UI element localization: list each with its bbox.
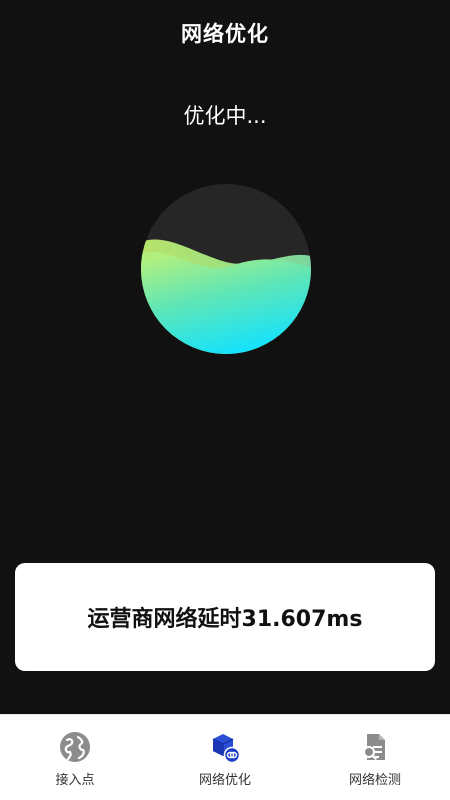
optimization-status: 优化中... bbox=[183, 104, 267, 128]
tab-network-optimization-label: 网络优化 bbox=[198, 773, 251, 788]
screen: 网络优化 优化中... 运营商网络延时31.607ms 接入点 网络优化 网络检… bbox=[0, 0, 450, 800]
latency-result-card: 运营商网络延时31.607ms bbox=[15, 563, 435, 671]
document-search-icon bbox=[363, 734, 385, 760]
latency-result-text: 运营商网络延时31.607ms bbox=[87, 607, 363, 632]
tab-network-detection-label: 网络检测 bbox=[348, 773, 401, 788]
bottom-tab-bar: 接入点 网络优化 网络检测 bbox=[0, 714, 450, 800]
globe-icon bbox=[60, 732, 90, 762]
page-title: 网络优化 bbox=[181, 22, 269, 46]
tab-access-point[interactable]: 接入点 bbox=[0, 715, 150, 800]
front-wave bbox=[141, 252, 311, 354]
optimization-progress-wave-ball bbox=[141, 184, 311, 354]
cube-link-icon bbox=[212, 734, 241, 763]
tab-network-detection[interactable]: 网络检测 bbox=[300, 715, 450, 800]
tab-access-point-label: 接入点 bbox=[55, 773, 95, 788]
tab-network-optimization[interactable]: 网络优化 bbox=[150, 715, 300, 800]
